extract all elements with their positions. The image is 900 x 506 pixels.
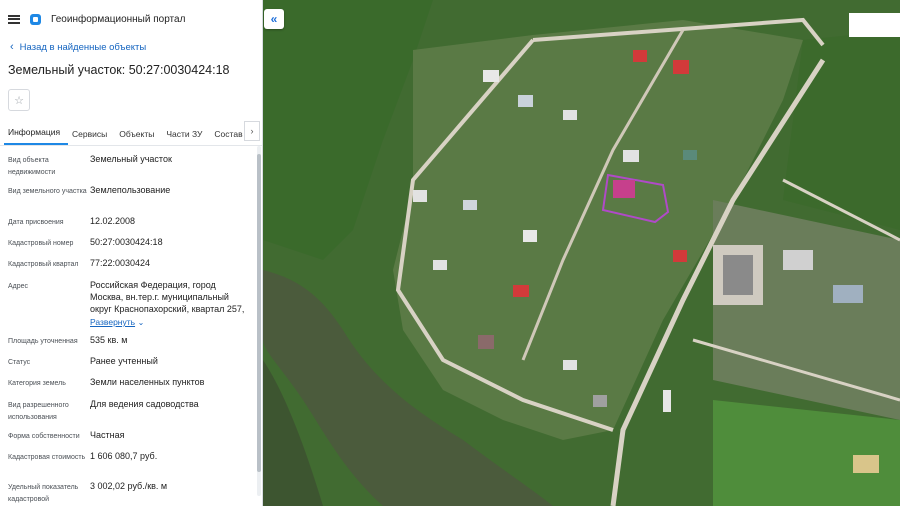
property-value: 1 606 080,7 руб. (90, 451, 158, 461)
tab-bar: Информация Сервисы Объекты Части ЗУ Сост… (0, 121, 262, 146)
property-row: Статус Ранее учтенный (8, 355, 262, 376)
property-value: Земли населенных пунктов (90, 377, 205, 387)
panel-scrollbar[interactable] (257, 146, 261, 496)
property-label: Адрес (8, 283, 29, 290)
property-row: Форма собственности Частная (8, 429, 262, 450)
property-label: Категория земель (8, 380, 66, 387)
favorite-star-icon[interactable]: ☆ (8, 89, 30, 111)
property-label: Вид земельного участка (8, 188, 87, 195)
tab-services[interactable]: Сервисы (68, 129, 115, 145)
property-label: Вид объекта недвижимости (8, 157, 56, 176)
double-chevron-left-icon[interactable]: « (264, 9, 284, 29)
property-list: Вид объекта недвижимости Земельный участ… (0, 146, 262, 504)
property-value: 3 002,02 руб./кв. м (90, 481, 168, 491)
satellite-map[interactable] (263, 0, 900, 506)
property-label: Статус (8, 359, 31, 366)
property-label: Удельный показатель кадастровой (8, 484, 79, 503)
property-row: Удельный показатель кадастровой 3 002,02… (8, 480, 262, 504)
property-value: Земельный участок (90, 154, 172, 164)
property-label: Форма собственности (8, 433, 80, 440)
property-label: Кадастровый квартал (8, 261, 79, 268)
property-row: Вид земельного участка Землепользование (8, 184, 262, 215)
property-value: Российская Федерация, город Москва, вн.т… (90, 279, 250, 334)
address-text: Российская Федерация, город Москва, вн.т… (90, 280, 245, 314)
property-value: Для ведения садоводства (90, 399, 199, 409)
property-label: Дата присвоения (8, 219, 64, 226)
property-value: Ранее учтенный (90, 356, 158, 366)
chevron-down-icon[interactable]: ⌄ (138, 318, 145, 327)
property-row: Площадь уточненная 535 кв. м (8, 334, 262, 355)
property-value: 50:27:0030424:18 (90, 237, 163, 247)
property-row-address: Адрес Российская Федерация, город Москва… (8, 279, 262, 334)
app-title: Геоинформационный портал (51, 13, 186, 25)
property-value: Частная (90, 430, 125, 440)
back-link[interactable]: ‹ Назад в найденные объекты (0, 38, 262, 57)
property-label: Кадастровый номер (8, 240, 74, 247)
property-label: Вид разрешенного использования (8, 402, 69, 421)
property-label: Площадь уточненная (8, 338, 78, 345)
tab-objects[interactable]: Объекты (115, 129, 162, 145)
property-row: Вид разрешенного использования Для веден… (8, 398, 262, 429)
property-value: 77:22:0030424 (90, 258, 151, 268)
map-search-input[interactable] (849, 13, 900, 37)
map-imagery (263, 0, 900, 506)
property-label: Кадастровая стоимость (8, 454, 86, 461)
back-link-label: Назад в найденные объекты (19, 42, 147, 53)
property-row: Кадастровая стоимость 1 606 080,7 руб. (8, 450, 262, 480)
property-row: Дата присвоения 12.02.2008 (8, 215, 262, 236)
scrollbar-thumb[interactable] (257, 154, 261, 472)
chevron-left-icon: ‹ (10, 41, 14, 53)
tab-info[interactable]: Информация (4, 127, 69, 145)
object-title: Земельный участок: 50:27:0030424:18 (8, 63, 230, 77)
property-row: Кадастровый номер 50:27:0030424:18 (8, 236, 262, 257)
tabs-next-icon[interactable]: › (244, 121, 260, 141)
top-bar: Геоинформационный портал (0, 0, 262, 38)
tab-parts[interactable]: Части ЗУ (162, 129, 210, 145)
property-value: Землепользование (90, 185, 171, 195)
side-panel: Геоинформационный портал ‹ Назад в найде… (0, 0, 263, 506)
property-row: Категория земель Земли населенных пункто… (8, 376, 262, 398)
property-row: Вид объекта недвижимости Земельный участ… (8, 153, 262, 184)
property-value: 535 кв. м (90, 335, 128, 345)
logo-icon (30, 13, 41, 25)
property-row: Кадастровый квартал 77:22:0030424 (8, 257, 262, 279)
expand-link[interactable]: Развернуть (90, 316, 135, 328)
property-value: 12.02.2008 (90, 216, 136, 226)
menu-icon[interactable] (8, 14, 20, 24)
